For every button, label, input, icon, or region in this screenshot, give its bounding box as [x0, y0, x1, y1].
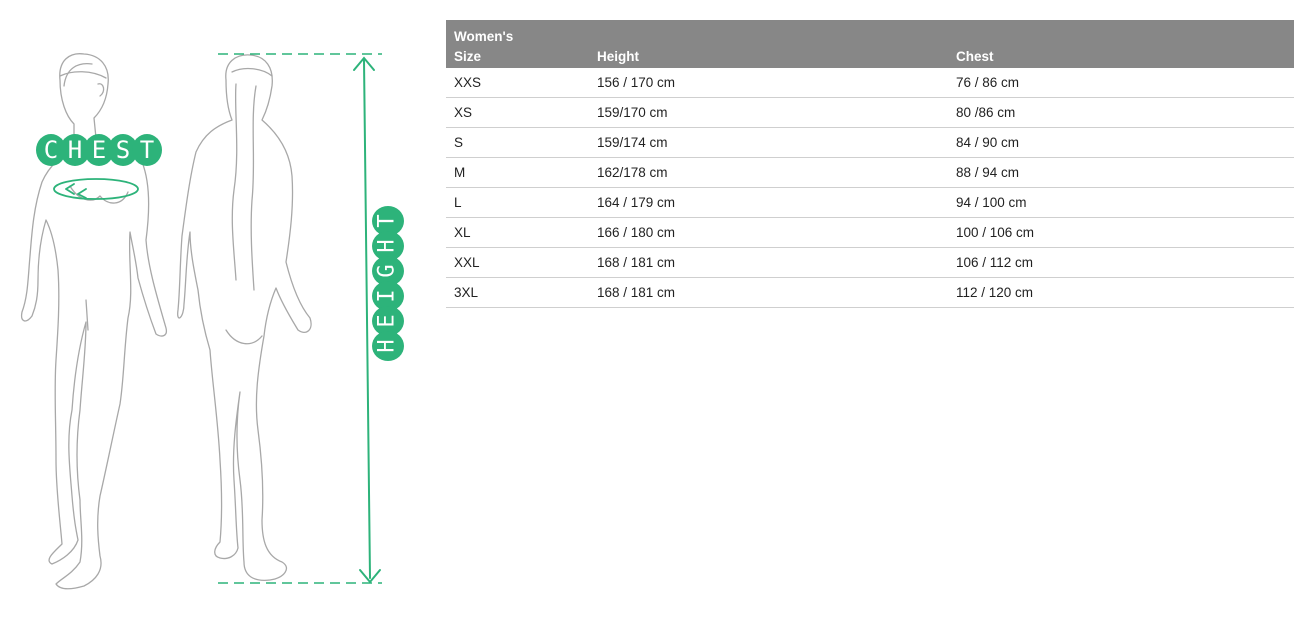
cell-chest: 76 / 86 cm	[948, 68, 1294, 98]
table-row: L 164 / 179 cm 94 / 100 cm	[446, 187, 1294, 218]
size-chart-table: Women's Size Height Chest XXS 156 / 170 …	[446, 20, 1294, 308]
chest-letter: T	[132, 134, 162, 166]
height-letter-text: G	[375, 264, 400, 278]
cell-chest: 88 / 94 cm	[948, 157, 1294, 188]
height-label-badge: T H G I E H	[372, 206, 404, 361]
cell-height: 164 / 179 cm	[589, 187, 948, 218]
cell-size: L	[446, 187, 589, 218]
cell-height: 168 / 181 cm	[589, 247, 948, 278]
cell-size: M	[446, 157, 589, 188]
cell-chest: 80 /86 cm	[948, 97, 1294, 128]
cell-chest: 100 / 106 cm	[948, 217, 1294, 248]
cell-height: 159/170 cm	[589, 97, 948, 128]
cell-height: 162/178 cm	[589, 157, 948, 188]
table-row: XL 166 / 180 cm 100 / 106 cm	[446, 217, 1294, 248]
table-caption-row: Women's	[446, 20, 1294, 44]
cell-chest: 112 / 120 cm	[948, 277, 1294, 308]
body-measurement-illustration: C H E S T T H G I E H	[0, 0, 440, 640]
table-row: XS 159/170 cm 80 /86 cm	[446, 97, 1294, 128]
cell-height: 166 / 180 cm	[589, 217, 948, 248]
table-caption: Women's	[446, 20, 1294, 44]
cell-chest: 94 / 100 cm	[948, 187, 1294, 218]
table-header-row: Size Height Chest	[446, 44, 1294, 68]
cell-height: 159/174 cm	[589, 127, 948, 158]
cell-height: 168 / 181 cm	[589, 277, 948, 308]
cell-size: S	[446, 127, 589, 158]
chest-measure-arrow	[53, 178, 139, 200]
table-row: 3XL 168 / 181 cm 112 / 120 cm	[446, 277, 1294, 308]
height-letter-text: H	[375, 339, 400, 353]
header-height: Height	[589, 44, 948, 68]
header-size: Size	[446, 44, 589, 68]
height-letter-text: E	[375, 314, 400, 328]
cell-size: 3XL	[446, 277, 589, 308]
height-letter: H	[372, 331, 404, 361]
cell-height: 156 / 170 cm	[589, 68, 948, 98]
cell-chest: 106 / 112 cm	[948, 247, 1294, 278]
back-figure	[177, 54, 312, 582]
cell-chest: 84 / 90 cm	[948, 127, 1294, 158]
cell-size: XS	[446, 97, 589, 128]
table-row: XXS 156 / 170 cm 76 / 86 cm	[446, 68, 1294, 98]
chest-label-badge: C H E S T	[36, 134, 162, 166]
height-letter-text: I	[375, 289, 400, 303]
height-letter-text: T	[375, 214, 400, 228]
table-row: M 162/178 cm 88 / 94 cm	[446, 157, 1294, 188]
height-letter-text: H	[375, 239, 400, 253]
table-row: S 159/174 cm 84 / 90 cm	[446, 127, 1294, 158]
cell-size: XXL	[446, 247, 589, 278]
cell-size: XXS	[446, 68, 589, 98]
cell-size: XL	[446, 217, 589, 248]
header-chest: Chest	[948, 44, 1294, 68]
table-row: XXL 168 / 181 cm 106 / 112 cm	[446, 247, 1294, 278]
